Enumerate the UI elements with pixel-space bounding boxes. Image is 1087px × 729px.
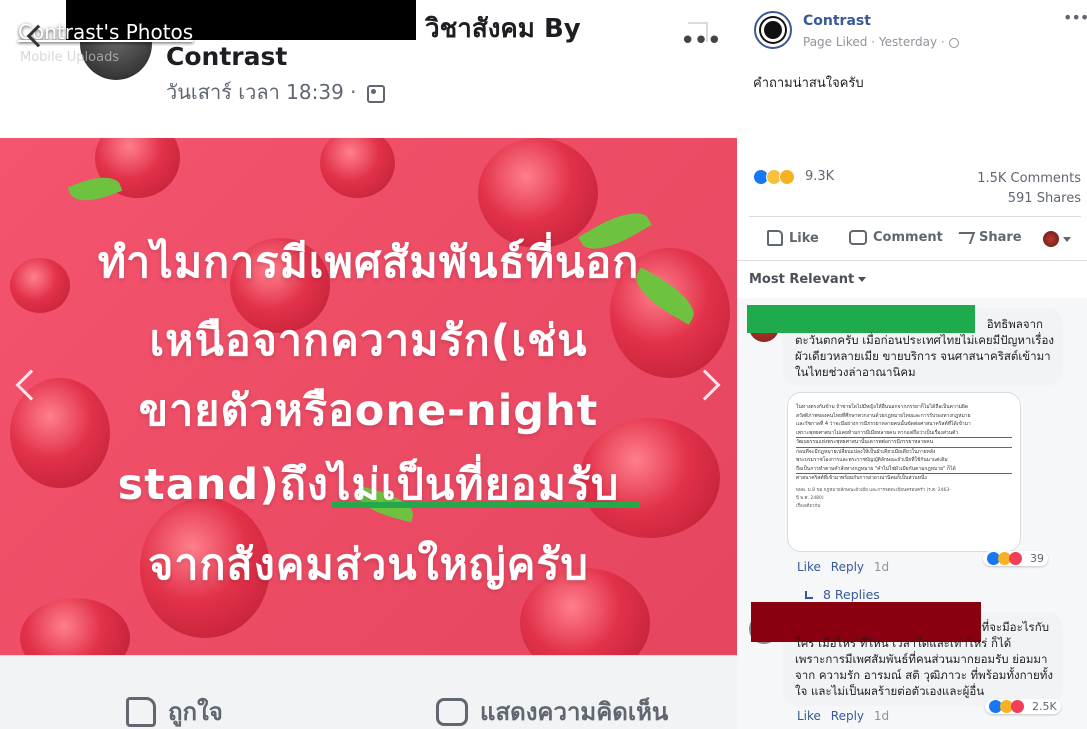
sidebar-action-divider [749, 216, 1081, 217]
doc-line: ในทางตรงกันข้าม ถ้าชายใดไปมีหญิงให้อื่นน… [796, 404, 969, 410]
image-text-line-1: ทำไมการมีเพศสัมพันธ์ที่นอก [97, 238, 640, 288]
page-name-top[interactable]: วิชาสังคม By [425, 8, 581, 49]
comment-2-reaction-count: 2.5K [1032, 700, 1057, 713]
album-sub[interactable]: Mobile Uploads [20, 50, 119, 65]
replies-count: 8 Replies [823, 587, 880, 602]
sidebar-page-name[interactable]: Contrast [803, 13, 871, 29]
share-icon [954, 231, 976, 244]
doc-line: เรื่องเดียวกัน [796, 503, 821, 509]
photo-viewer: วิชาสังคม By Contrast วันเสาร์ เวลา 18:3… [0, 0, 737, 729]
globe-icon [948, 37, 959, 48]
caret-down-icon [1063, 236, 1071, 242]
react-as-selector[interactable] [1043, 231, 1071, 247]
sidebar-share-label: Share [979, 230, 1022, 245]
post-image[interactable]: ทำไมการมีเพศสัมพันธ์ที่นอก เหนือจากความร… [0, 138, 737, 655]
sidebar-caption: คำถามน่าสนใจครับ [753, 76, 864, 91]
comment-1-reactions[interactable]: 39 [983, 551, 1048, 566]
comment-1-text: อิทธิพลจาก ตะวันตกครับ เมื่อก่อนประเทศไท… [795, 316, 1063, 380]
page-avatar[interactable] [754, 11, 792, 49]
doc-line-underlined: วัฒนธรรมแห่งพระพุทธศาสนานั้นเคารพต่อการม… [796, 438, 1012, 448]
doc-line: พพพ. ม.8 ขอ กฎหมายลักษณะผัวเมีย และการจด… [796, 487, 951, 493]
sidebar: Contrast Page Liked · Yesterday · ••• คำ… [737, 0, 1087, 729]
comment-2-like[interactable]: Like [797, 709, 821, 723]
comment-1-time[interactable]: 1d [874, 560, 889, 574]
comments-count[interactable]: 1.5K Comments [977, 171, 1081, 186]
sidebar-comment-icon [849, 230, 867, 245]
like-button[interactable]: ถูกใจ [126, 692, 223, 729]
comment-2-meta: Like Reply 1d [797, 709, 895, 723]
sidebar-like-button[interactable]: Like [767, 230, 819, 246]
doc-line: ก่อนที่จะมีกฎหมายเปลี่ยนแปลงให้เป็นผัวเด… [796, 448, 936, 455]
thumbs-up-icon [126, 696, 156, 727]
comment-2-reactions[interactable]: 2.5K [985, 699, 1061, 714]
comment-icon [436, 697, 468, 726]
reactions-count[interactable]: 9.3K [805, 169, 834, 184]
doc-line: พระบรมราชโองการและพระราชบัญญัติลักษณะผัว… [796, 457, 948, 463]
comment-2-line-2: ใคร เมื่อไหร่ ที่ไหน เวลาใดและเท่าไหร่ ก… [795, 636, 1012, 650]
image-text-line-5: จากสังคมส่วนใหญ่ครับ [148, 540, 589, 590]
contrast-logo-icon [761, 18, 785, 42]
comment-1-line-3: ผัวเดียวหลายเมีย ขายบริการ จนศาสนาคริสต์… [795, 349, 1051, 363]
page-name[interactable]: Contrast [166, 42, 287, 71]
comment-1-line-4: ในไทยช่วงล่าอาณานิคม [795, 365, 916, 379]
love-reaction-icon [1011, 700, 1024, 713]
reaction-icons[interactable] [753, 169, 795, 185]
wow-reaction-icon [779, 169, 795, 185]
comment-1-attached-image[interactable]: ในทางตรงกันข้าม ถ้าชายใดไปมีหญิงให้อื่นน… [787, 392, 1021, 552]
shares-count[interactable]: 591 Shares [1008, 191, 1081, 206]
comment-2-time[interactable]: 1d [874, 709, 889, 723]
rose-decoration [20, 598, 130, 655]
sidebar-comment-label: Comment [873, 230, 943, 245]
sidebar-action-divider-bottom [737, 260, 1087, 261]
sidebar-share-button[interactable]: Share [954, 230, 1022, 245]
comment-1-view-replies[interactable]: 8 Replies [805, 587, 880, 602]
rose-decoration [320, 138, 395, 198]
comment-1-like[interactable]: Like [797, 560, 821, 574]
sidebar-status[interactable]: Page Liked · Yesterday · [803, 35, 945, 49]
post-timestamp[interactable]: วันเสาร์ เวลา 18:39 · [166, 80, 357, 104]
comment-2-reply[interactable]: Reply [831, 709, 864, 723]
sort-caret-icon [858, 277, 867, 282]
sidebar-status-row: Page Liked · Yesterday · [803, 35, 959, 49]
post-actions-bar: ถูกใจ แสดงความคิดเห็น [0, 655, 737, 729]
sidebar-like-label: Like [789, 230, 819, 246]
comment-1-reaction-count: 39 [1030, 552, 1044, 565]
comment-button-label: แสดงความคิดเห็น [480, 698, 669, 726]
album-icon [366, 84, 385, 103]
image-text-line-3: ขายตัวหรือone-night [138, 386, 599, 436]
reply-arrow-icon [805, 590, 813, 599]
comment-2-line-4: จาก ความรัก อารมณ์ สติ วุฒิภาวะ ที่พร้อม… [795, 668, 1053, 682]
doc-line: และรัชกาลที่ 4 ว่าจะมีอย่างการมีภรรยาหลา… [796, 421, 971, 427]
doc-line: สวัสดิภาพของคนไทยที่ศึกษาพวกงานด้วยกฎหมา… [796, 412, 971, 419]
highlight-underline [332, 502, 640, 508]
sort-label: Most Relevant [749, 272, 855, 287]
expand-icon[interactable] [688, 22, 708, 42]
doc-line: ศาสนาคริสต์ที่เข้ามาพร้อมกับการล่าอาณานิ… [796, 475, 927, 481]
comment-1-line-1: อิทธิพลจาก [986, 317, 1043, 331]
doc-line-underlined: ถือเป็นการทำตามคำสั่งทางกฎหมาย "คำไม่ใช่… [796, 465, 1012, 474]
comment-2-line-1: ที่จะมีอะไรกับ [981, 620, 1049, 634]
comment-2-line-5: ใจ และไม่เป็นผลร้ายต่อตัวเองและผู้อื่น [795, 684, 985, 698]
comment-button[interactable]: แสดงความคิดเห็น [436, 692, 668, 729]
user-avatar-icon [1043, 231, 1059, 247]
comment-1-line-2: ตะวันตกครับ เมื่อก่อนประเทศไทยไม่เคยมีปั… [795, 333, 1055, 347]
sidebar-thumbs-up-icon [767, 230, 783, 246]
sidebar-more-icon[interactable]: ••• [1063, 8, 1087, 27]
doc-line-underlined: เพราะพุทธศาสนาไม่เคยห้ามการมีเมียหลายคน … [796, 429, 1012, 438]
doc-line: ปี พ.ศ. 2480) [796, 495, 824, 501]
like-button-label: ถูกใจ [168, 698, 223, 726]
post-timestamp-row: วันเสาร์ เวลา 18:39 · [166, 76, 385, 108]
comment-1-meta: Like Reply 1d [797, 560, 895, 574]
comment-2-text: ที่จะมีอะไรกับ ใคร เมื่อไหร่ ที่ไหน เวลา… [795, 619, 1063, 699]
comment-1-reply[interactable]: Reply [831, 560, 864, 574]
image-text-line-2: เหนือจากความรัก(เช่น [149, 316, 588, 366]
sidebar-comment-button[interactable]: Comment [849, 230, 943, 245]
sort-comments-dropdown[interactable]: Most Relevant [749, 272, 867, 287]
comment-2-line-3: เพราะการมีเพศสัมพันธ์ที่คนส่วนมากยอมรับ … [795, 652, 1048, 666]
love-reaction-icon [1009, 552, 1022, 565]
